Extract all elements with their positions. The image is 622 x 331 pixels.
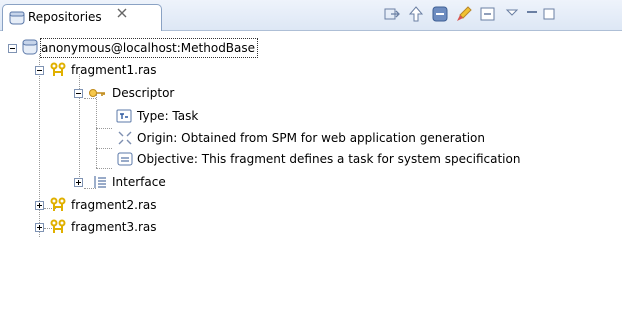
objective-icon: [117, 151, 133, 173]
minimize-icon[interactable]: [478, 4, 498, 24]
tree-item-label: fragment2.ras: [71, 198, 157, 212]
tree-item-fragment3[interactable]: fragment3.ras: [0, 217, 200, 237]
collapse-toggle[interactable]: [8, 44, 17, 53]
expand-toggle[interactable]: [74, 178, 83, 187]
tree-item-interface[interactable]: Interface: [0, 172, 200, 192]
expand-toggle[interactable]: [35, 223, 44, 232]
tree-item-origin[interactable]: Origin: Obtained from SPM for web applic…: [0, 128, 520, 148]
tree-item-objective[interactable]: Objective: This fragment defines a task …: [0, 149, 560, 169]
repository-tree: anonymous@localhost:MethodBase fragment1…: [0, 30, 622, 331]
tree-item-label: Objective: This fragment defines a task …: [137, 152, 521, 166]
maximize-icon[interactable]: [540, 4, 560, 24]
fragment-icon: [50, 219, 66, 241]
tree-item-label: Origin: Obtained from SPM for web applic…: [137, 131, 485, 145]
close-icon[interactable]: [116, 7, 128, 23]
repository-icon: [9, 10, 25, 29]
tree-item-label: Interface: [112, 175, 166, 189]
tree-item-fragment2[interactable]: fragment2.ras: [0, 195, 200, 215]
collapse-toggle[interactable]: [35, 66, 44, 75]
collapse-toggle[interactable]: [74, 89, 83, 98]
up-arrow-icon[interactable]: [406, 4, 426, 24]
fragment-icon: [50, 62, 66, 84]
fragment-icon: [50, 197, 66, 219]
tree-item-fragment1[interactable]: fragment1.ras: [0, 60, 200, 80]
tree-item-descriptor[interactable]: Descriptor: [0, 83, 200, 103]
tree-item-label: Descriptor: [112, 86, 175, 100]
tab-title: Repositories: [28, 10, 102, 24]
tree-item-type[interactable]: Type: Task: [0, 106, 260, 126]
repository-icon: [22, 39, 38, 61]
view-menu-icon[interactable]: [502, 4, 522, 24]
tree-item-label: fragment3.ras: [71, 220, 157, 234]
view-tab-bar: Repositories: [0, 0, 622, 31]
brush-icon[interactable]: [454, 4, 474, 24]
tab-repositories[interactable]: Repositories: [2, 4, 162, 31]
restore-icon[interactable]: [522, 4, 542, 24]
tree-item-label: fragment1.ras: [71, 63, 157, 77]
tree-item-label: anonymous@localhost:MethodBase: [39, 38, 259, 58]
key-icon: [88, 85, 106, 107]
collapse-all-icon[interactable]: [430, 4, 450, 24]
tree-item-label: Type: Task: [137, 109, 199, 123]
tree-item-root[interactable]: anonymous@localhost:MethodBase: [0, 38, 300, 58]
expand-toggle[interactable]: [35, 201, 44, 210]
repositories-view: Repositories anonymous@localhost:MethodB…: [0, 0, 622, 331]
import-icon[interactable]: [382, 4, 402, 24]
type-icon: [116, 108, 132, 130]
interface-icon: [92, 174, 108, 196]
